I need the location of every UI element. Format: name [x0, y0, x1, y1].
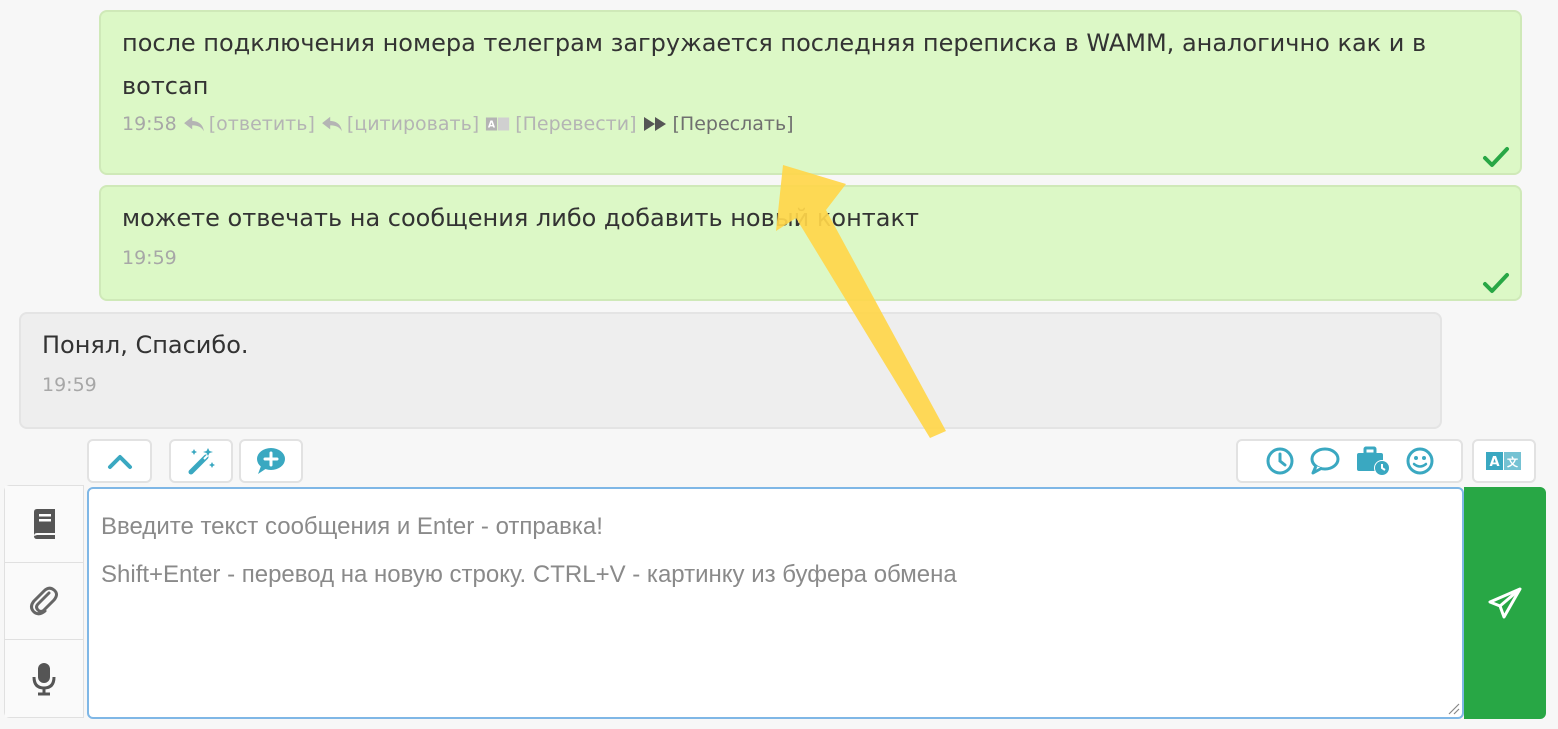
- smile-icon[interactable]: [1405, 446, 1435, 476]
- briefcase-clock-icon[interactable]: [1355, 445, 1391, 477]
- message-input[interactable]: Введите текст сообщения и Enter - отправ…: [87, 487, 1464, 719]
- comment-plus-icon: [257, 448, 285, 474]
- message-text: после подключения номера телеграм загруж…: [122, 29, 1427, 100]
- reply-label: [ответить]: [208, 113, 315, 135]
- message-time: 19:58: [122, 113, 177, 135]
- message-time: 19:59: [42, 374, 97, 396]
- message-text: Понял, Спасибо.: [42, 331, 249, 359]
- quote-link[interactable]: [цитировать]: [321, 110, 479, 138]
- clock-icon[interactable]: [1265, 446, 1295, 476]
- translate-icon: A 文: [1486, 452, 1521, 470]
- composer-side-buttons: [4, 485, 84, 718]
- delivered-check-icon: [1483, 273, 1509, 293]
- resize-handle-icon[interactable]: [1446, 701, 1460, 715]
- translate-link[interactable]: A [Перевести]: [485, 110, 637, 138]
- reply-link[interactable]: [ответить]: [183, 110, 315, 138]
- send-button[interactable]: [1464, 487, 1546, 719]
- attach-button[interactable]: [5, 563, 83, 640]
- svg-text:A: A: [488, 120, 496, 131]
- input-placeholder-line-2: Shift+Enter - перевод на новую строку. C…: [101, 561, 957, 588]
- message-meta: 19:58 [ответить] [цитировать] A [Перевес…: [122, 110, 1500, 138]
- templates-book-button[interactable]: [5, 486, 83, 563]
- message-meta: 19:59: [42, 371, 1420, 399]
- chevron-up-icon: [107, 455, 132, 469]
- message-text: можете отвечать на сообщения либо добави…: [122, 204, 919, 232]
- forward-label: [Переслать]: [672, 113, 794, 135]
- incoming-message: Понял, Спасибо. 19:59: [19, 312, 1442, 429]
- templates-button[interactable]: [169, 439, 233, 483]
- quote-icon: [321, 116, 342, 132]
- input-placeholder-line-1: Введите текст сообщения и Enter - отправ…: [101, 513, 603, 540]
- translate-icon: A: [486, 117, 510, 131]
- microphone-icon: [32, 662, 56, 695]
- translate-button[interactable]: A 文: [1472, 439, 1536, 483]
- message-time: 19:59: [122, 247, 177, 269]
- delivered-check-icon: [1483, 147, 1509, 167]
- paper-plane-icon: [1488, 587, 1522, 619]
- reply-icon: [183, 116, 204, 132]
- scroll-up-button[interactable]: [87, 439, 152, 483]
- message-meta: 19:59: [122, 244, 1500, 272]
- chat-history: после подключения номера телеграм загруж…: [0, 0, 1558, 482]
- svg-text:文: 文: [1507, 455, 1519, 469]
- book-icon: [34, 509, 55, 539]
- new-comment-button[interactable]: [239, 439, 303, 483]
- magic-wand-icon: [188, 448, 215, 475]
- svg-text:A: A: [1489, 455, 1499, 470]
- forward-icon: [643, 117, 666, 131]
- voice-record-button[interactable]: [5, 640, 83, 717]
- paperclip-icon: [30, 586, 58, 616]
- quick-actions-group: [1236, 439, 1463, 483]
- outgoing-message: можете отвечать на сообщения либо добави…: [99, 185, 1522, 301]
- comment-icon[interactable]: [1309, 446, 1341, 476]
- translate-label: [Перевести]: [515, 113, 637, 135]
- outgoing-message: после подключения номера телеграм загруж…: [99, 10, 1522, 175]
- quote-label: [цитировать]: [346, 113, 480, 135]
- forward-link[interactable]: [Переслать]: [643, 110, 794, 138]
